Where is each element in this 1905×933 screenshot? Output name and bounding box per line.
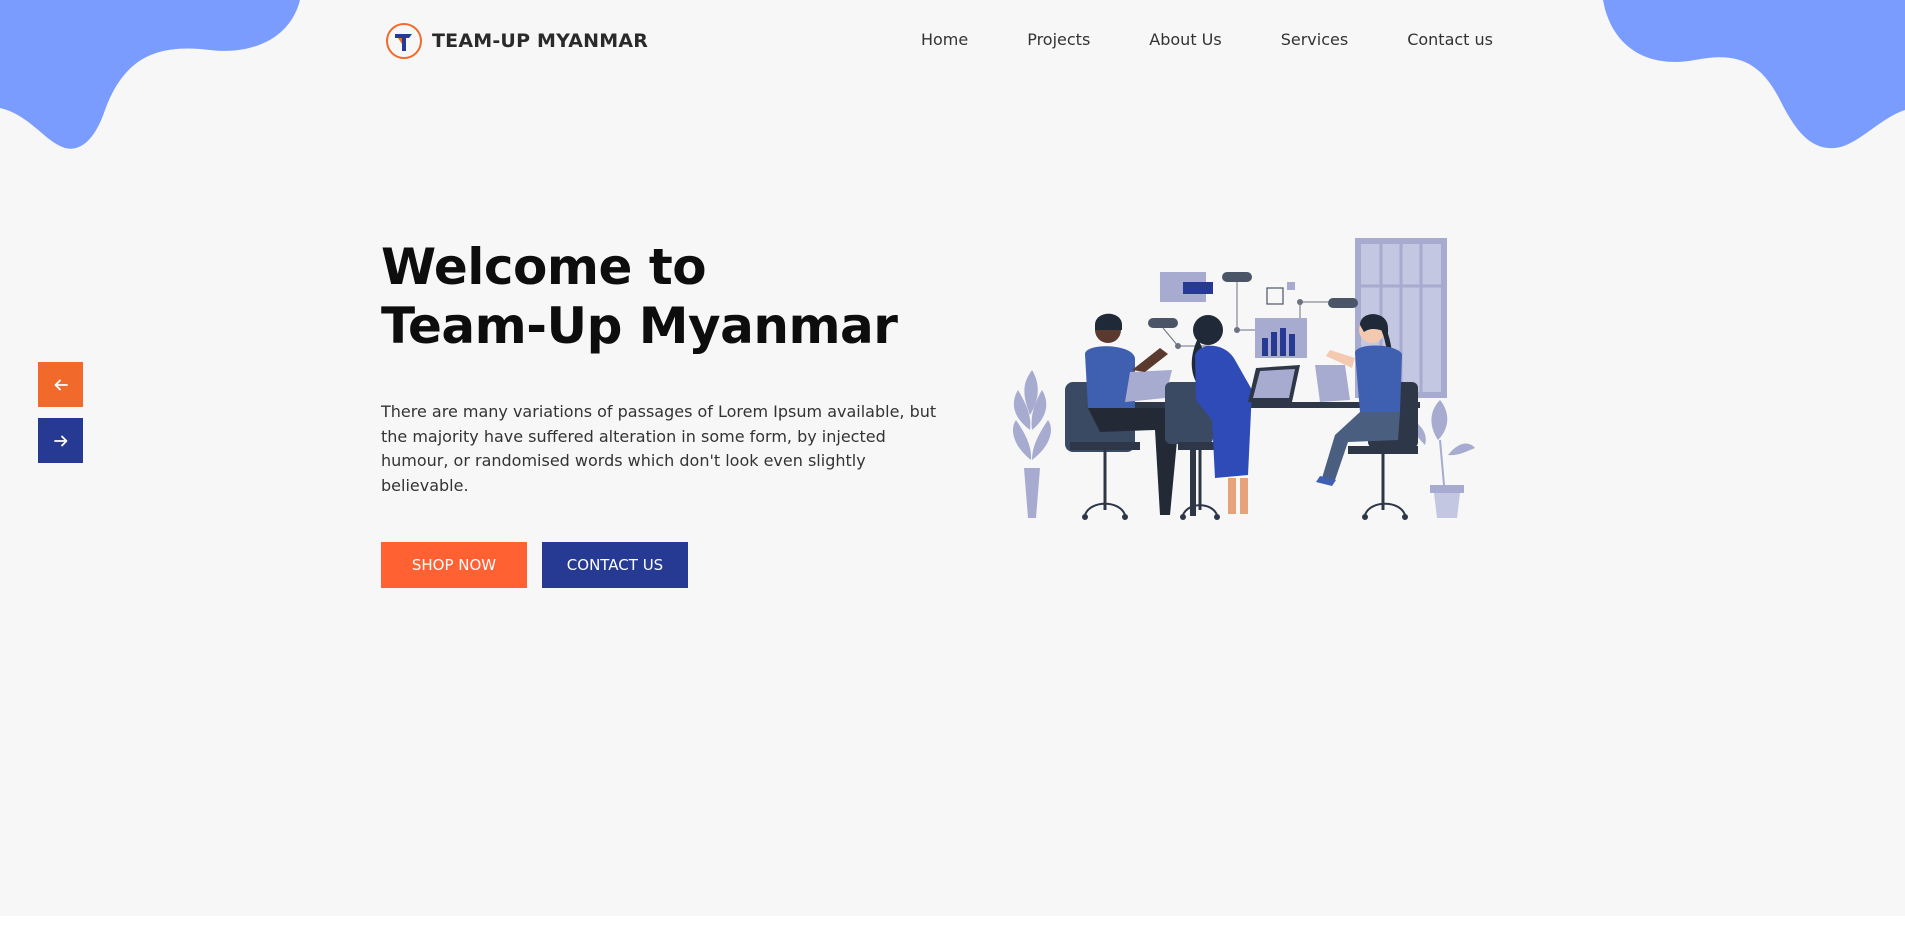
brand-name: TEAM-UP MYANMAR [432,30,649,52]
logo-icon [386,23,422,59]
site-header: TEAM-UP MYANMAR Home Projects About Us S… [381,22,1493,66]
team-meeting-illustration [1012,238,1475,520]
nav-about-us[interactable]: About Us [1149,30,1221,49]
shop-now-button[interactable]: SHOP NOW [381,542,527,588]
hero-description: There are many variations of passages of… [381,402,937,495]
nav-home[interactable]: Home [921,30,968,49]
decorative-blob-left [0,0,300,149]
hero-title-line-2: Team-Up Myanmar [381,297,898,355]
nav-projects[interactable]: Projects [1027,30,1090,49]
decorative-blob-right [1603,0,1905,149]
nav-services[interactable]: Services [1281,30,1348,49]
arrow-right-icon [53,435,67,446]
page-background: TEAM-UP MYANMAR Home Projects About Us S… [0,0,1905,916]
contact-us-button[interactable]: CONTACT US [542,542,688,588]
hero-title: Welcome to Team-Up Myanmar [381,238,898,356]
hero-title-line-1: Welcome to [381,238,707,296]
brand-logo[interactable]: TEAM-UP MYANMAR [385,22,648,60]
main-nav: Home Projects About Us Services Contact … [862,30,1493,49]
slider-prev-button[interactable] [38,362,83,407]
arrow-left-icon [54,379,68,390]
slider-next-button[interactable] [38,418,83,463]
nav-contact-us[interactable]: Contact us [1407,30,1493,49]
